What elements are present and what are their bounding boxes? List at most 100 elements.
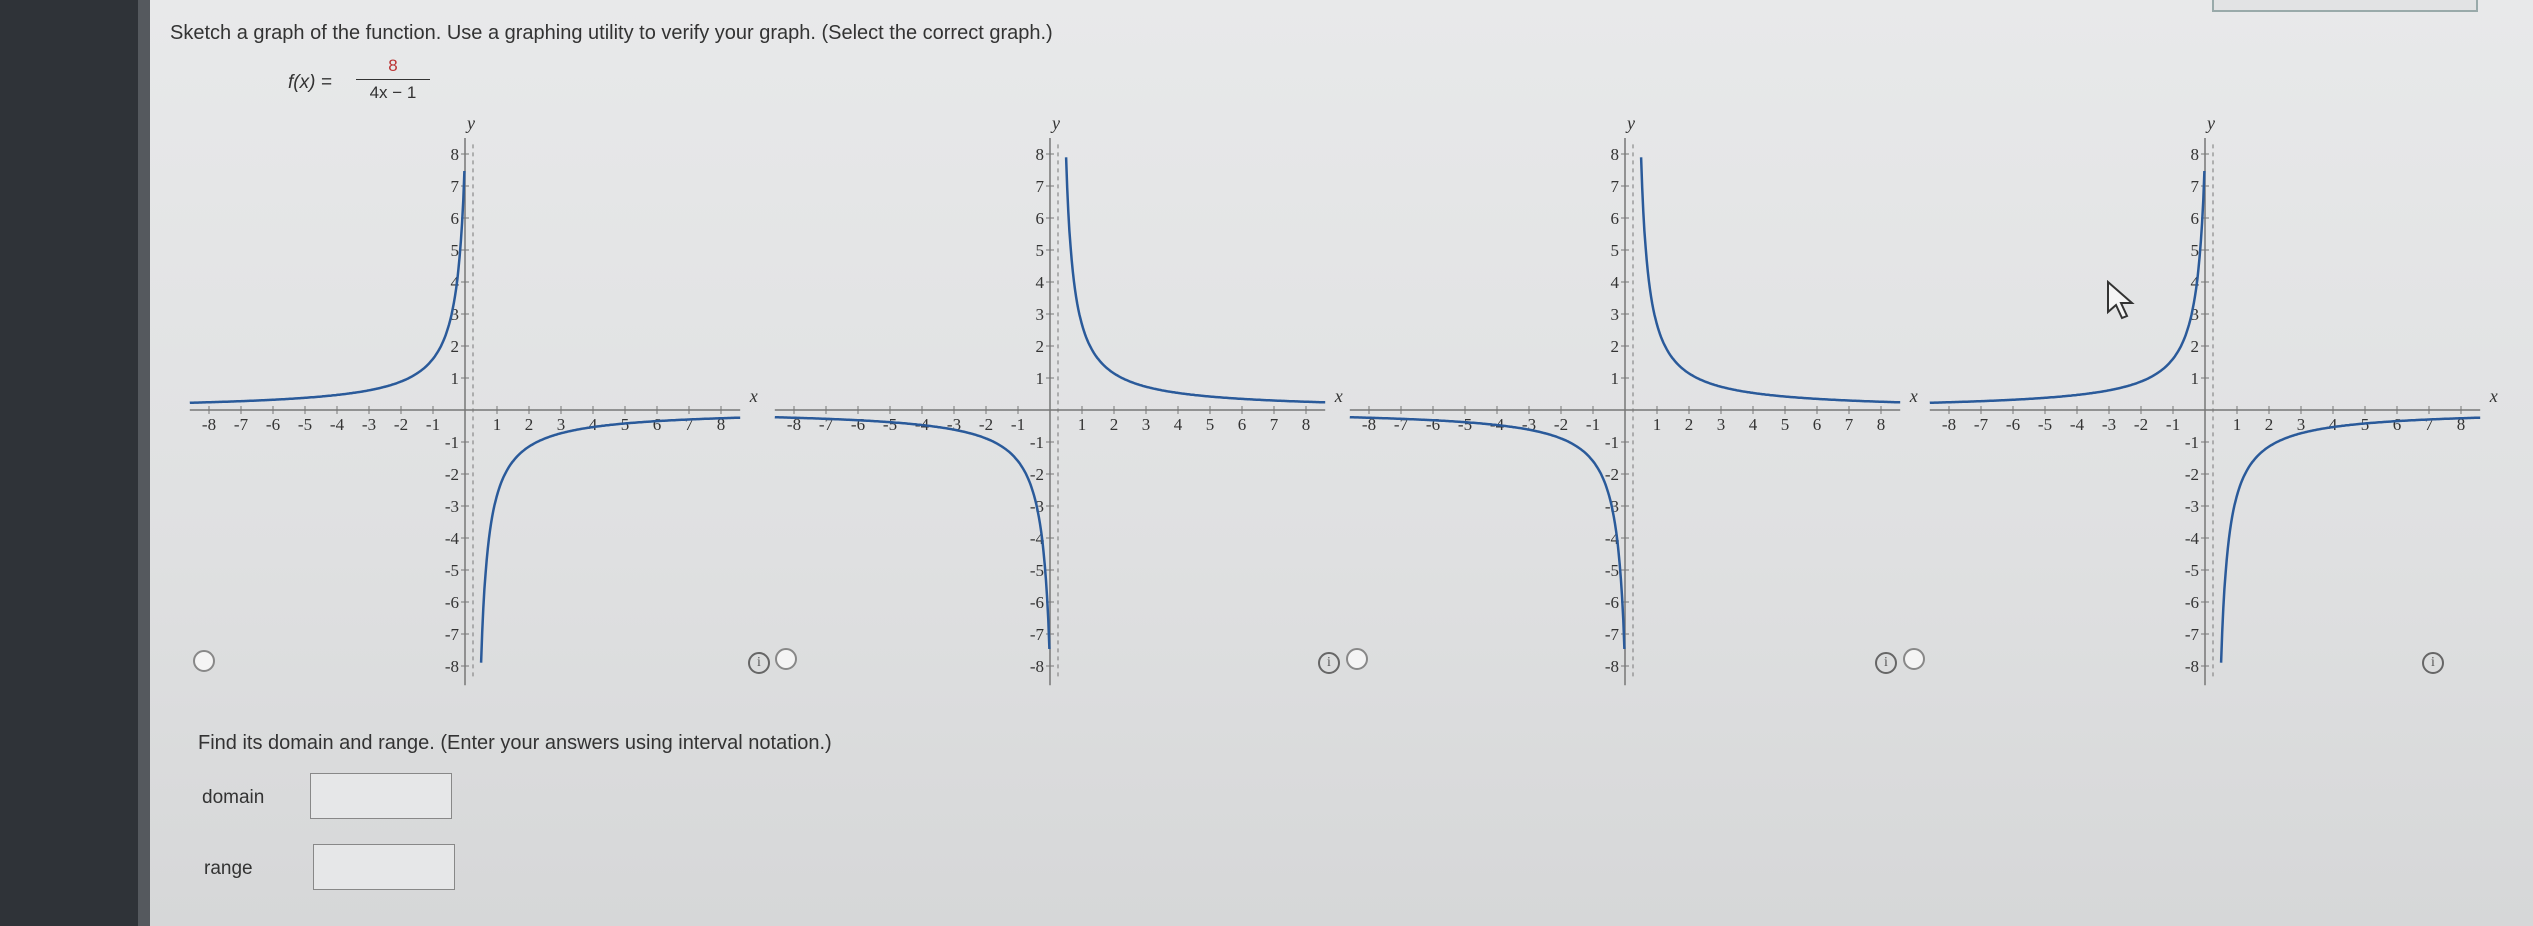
y-tick-label: 1 xyxy=(1036,369,1045,388)
function-fraction: 8 4x − 1 xyxy=(356,56,430,103)
x-tick-label: -5 xyxy=(1458,415,1472,434)
y-tick-label: 4 xyxy=(1611,273,1620,292)
curve-left-branch xyxy=(1929,170,2206,405)
y-tick-label: 3 xyxy=(1611,305,1620,324)
x-tick-label: -5 xyxy=(2038,415,2052,434)
y-tick-label: 5 xyxy=(1036,241,1045,260)
x-tick-label: 7 xyxy=(1845,415,1854,434)
curve-right-branch xyxy=(479,416,741,663)
x-tick-label: 5 xyxy=(1781,415,1790,434)
y-axis-label: y xyxy=(2205,113,2215,133)
radio-option-a[interactable] xyxy=(193,650,215,672)
left-strip xyxy=(0,0,150,926)
y-tick-label: 4 xyxy=(1036,273,1045,292)
y-tick-label: -7 xyxy=(1605,625,1620,644)
radio-option-c[interactable] xyxy=(1346,648,1368,670)
y-tick-label: -2 xyxy=(2185,465,2199,484)
y-tick-label: -8 xyxy=(1605,657,1619,676)
x-axis-label: x xyxy=(749,386,758,406)
info-icon[interactable]: i xyxy=(748,652,770,674)
y-tick-label: 6 xyxy=(1036,209,1045,228)
curve-left-branch xyxy=(189,170,466,405)
x-tick-label: 4 xyxy=(589,415,598,434)
y-tick-label: 2 xyxy=(451,337,460,356)
x-axis-label: x xyxy=(1334,386,1343,406)
graph-b-svg: -8-8-7-7-6-6-5-5-4-4-3-3-2-2-1-111223344… xyxy=(774,113,1343,686)
y-tick-label: 6 xyxy=(1611,209,1620,228)
y-tick-label: -8 xyxy=(2185,657,2199,676)
graph-option-a: -8 -8 -7 -7 -6 -6 -5 -5 -4 -4 -3 -3 -2 -2 -1 -1 1 1 2 2 3 3 4 4… xyxy=(185,113,758,686)
x-tick-label: -6 xyxy=(851,415,865,434)
y-tick-label: 8 xyxy=(1611,145,1620,164)
x-tick-label: 6 xyxy=(653,415,662,434)
x-tick-label: -5 xyxy=(298,415,312,434)
y-tick-label: -4 xyxy=(2185,529,2200,548)
domain-range-prompt: Find its domain and range. (Enter your a… xyxy=(198,732,832,754)
x-tick-label: 3 xyxy=(2297,415,2306,434)
y-tick-label: 7 xyxy=(1036,177,1045,196)
x-tick-label: -2 xyxy=(394,415,408,434)
curve-left-branch xyxy=(774,415,1051,650)
radio-option-b[interactable] xyxy=(775,648,797,670)
y-tick-label: -3 xyxy=(2185,497,2199,516)
y-tick-label: 7 xyxy=(451,177,460,196)
x-tick-label: -3 xyxy=(362,415,376,434)
domain-input[interactable] xyxy=(310,773,452,819)
x-tick-label: -2 xyxy=(1554,415,1568,434)
info-icon[interactable]: i xyxy=(2422,652,2444,674)
x-tick-label: -2 xyxy=(979,415,993,434)
y-tick-label: 1 xyxy=(2191,369,2200,388)
graph-c-svg: -8-8-7-7-6-6-5-5-4-4-3-3-2-2-1-111223344… xyxy=(1349,113,1918,686)
x-axis-label: x xyxy=(1909,386,1918,406)
x-tick-label: -3 xyxy=(2102,415,2116,434)
y-tick-label: -1 xyxy=(445,433,459,452)
y-tick-label: 1 xyxy=(1611,369,1620,388)
y-tick-label: -8 xyxy=(1030,657,1044,676)
y-tick-label: -5 xyxy=(1605,561,1619,580)
domain-label: domain xyxy=(202,787,265,808)
y-tick-label: -2 xyxy=(445,465,459,484)
y-tick-label: -7 xyxy=(445,625,460,644)
y-axis-label: y xyxy=(1050,113,1060,133)
x-tick-label: -6 xyxy=(1426,415,1440,434)
y-tick-label: -7 xyxy=(2185,625,2200,644)
y-tick-label: -5 xyxy=(2185,561,2199,580)
x-tick-label: 5 xyxy=(1206,415,1215,434)
x-tick-label: 7 xyxy=(2425,415,2434,434)
y-axis-label: y xyxy=(465,113,475,133)
range-label: range xyxy=(204,858,253,879)
y-tick-label: 8 xyxy=(1036,145,1045,164)
graph-option-c: -8 -8 -7 -7 -6 -6 -5 -5 -4 -4 -3 -3 -2 -2 -1 -1 1 1 2 2 3 3 4 4… xyxy=(1345,113,1918,686)
y-axis-label: y xyxy=(1625,113,1635,133)
x-tick-label: 6 xyxy=(1238,415,1247,434)
x-tick-label: -7 xyxy=(234,415,249,434)
range-input[interactable] xyxy=(313,844,455,890)
graph-option-b: -8 -8 -7 -7 -6 -6 -5 -5 -4 -4 -3 -3 -2 -2 -1 -1 1 1 2 2 3 3 4 4… xyxy=(770,113,1343,686)
x-tick-label: 3 xyxy=(557,415,566,434)
y-tick-label: -1 xyxy=(1030,433,1044,452)
x-tick-label: 7 xyxy=(685,415,694,434)
y-tick-label: 5 xyxy=(2191,241,2200,260)
curve-right-branch xyxy=(2219,416,2481,663)
x-tick-label: 2 xyxy=(525,415,534,434)
y-tick-label: -4 xyxy=(445,529,460,548)
radio-option-d[interactable] xyxy=(1903,648,1925,670)
info-icon[interactable]: i xyxy=(1318,652,1340,674)
x-tick-label: -2 xyxy=(2134,415,2148,434)
mouse-pointer-icon xyxy=(2107,280,2135,320)
x-tick-label: 2 xyxy=(2265,415,2274,434)
x-tick-label: -7 xyxy=(1974,415,1989,434)
info-icon[interactable]: i xyxy=(1875,652,1897,674)
curve-right-branch xyxy=(1064,157,1326,404)
x-tick-label: 6 xyxy=(1813,415,1822,434)
x-tick-label: 1 xyxy=(493,415,502,434)
y-tick-label: -6 xyxy=(2185,593,2199,612)
x-tick-label: -5 xyxy=(883,415,897,434)
y-tick-label: -1 xyxy=(1605,433,1619,452)
y-tick-label: 6 xyxy=(451,209,460,228)
curve-left-branch xyxy=(1349,415,1626,650)
y-tick-label: -8 xyxy=(445,657,459,676)
x-tick-label: 3 xyxy=(1142,415,1151,434)
y-tick-label: -6 xyxy=(445,593,459,612)
y-tick-label: -5 xyxy=(1030,561,1044,580)
